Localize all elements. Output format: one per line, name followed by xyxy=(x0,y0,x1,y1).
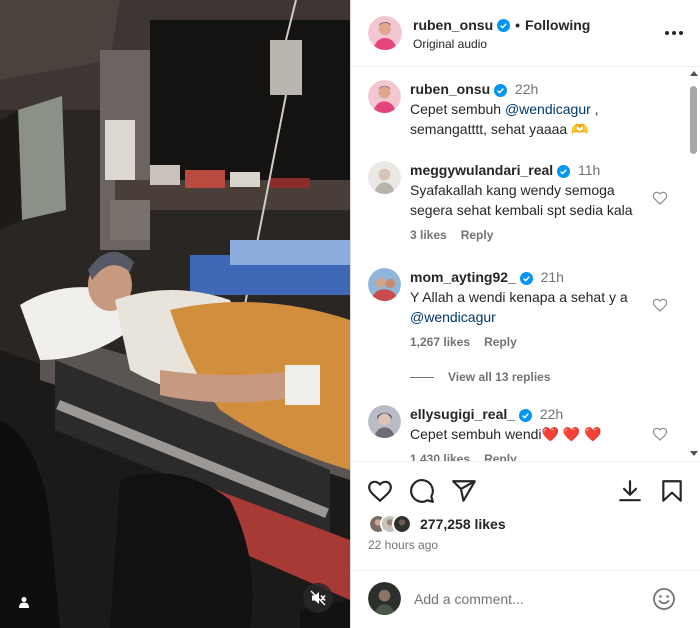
verified-badge-icon xyxy=(494,83,508,97)
comment-username[interactable]: meggywulandari_real xyxy=(410,162,553,178)
comment-text: Y Allah a wendi kenapa a sehat y a @wendi… xyxy=(410,287,650,327)
comment-input[interactable] xyxy=(414,588,644,610)
comment-header: ellysugigi_real_ 22h xyxy=(410,404,563,424)
commenter-avatar[interactable] xyxy=(368,268,401,301)
tagged-user-icon[interactable] xyxy=(14,592,34,612)
verified-badge-icon xyxy=(497,18,511,32)
comment-time: 22h xyxy=(514,81,539,97)
comment-text: Syafakallah kang wendy semoga segera seh… xyxy=(410,182,633,218)
comment-header: meggywulandari_real 11h xyxy=(410,160,600,180)
scrollbar-thumb[interactable] xyxy=(690,86,697,154)
mute-button[interactable] xyxy=(303,583,333,613)
comment-text-part: Cepet sembuh xyxy=(410,101,505,117)
comment-username[interactable]: ellysugigi_real_ xyxy=(410,406,515,422)
post-video[interactable] xyxy=(0,0,350,628)
scroll-up-arrow-icon[interactable] xyxy=(690,71,698,76)
more-options-icon[interactable] xyxy=(662,24,686,42)
caption-comment: ruben_onsu 22h Cepet sembuh @wendicagur … xyxy=(351,68,686,148)
likes-count[interactable]: 277,258 likes xyxy=(420,516,506,532)
comment-text-part: Y Allah a wendi kenapa a sehat y a xyxy=(410,289,628,305)
mention-link[interactable]: @wendicagur xyxy=(410,309,496,325)
post-header: ruben_onsu • Following Original audio xyxy=(351,0,700,67)
follow-separator: • xyxy=(515,17,521,33)
post-timestamp: 22 hours ago xyxy=(368,538,439,552)
mention-link[interactable]: @wendicagur xyxy=(505,101,591,117)
comment-item: meggywulandari_real 11h Syafakallah kang… xyxy=(351,158,686,248)
post-side-panel: ruben_onsu • Following Original audio ru… xyxy=(350,0,700,628)
comment-username[interactable]: mom_ayting92_ xyxy=(410,269,516,285)
video-frame xyxy=(0,0,350,628)
commenter-avatar[interactable] xyxy=(368,80,401,113)
comment-meta: 1,267 likes Reply xyxy=(410,335,531,349)
current-user-avatar xyxy=(368,582,401,615)
commenter-avatar[interactable] xyxy=(368,161,401,194)
comment-item: ellysugigi_real_ 22h Cepet sembuh wendi❤… xyxy=(351,402,686,461)
share-icon[interactable] xyxy=(451,478,477,504)
verified-badge-icon xyxy=(518,408,532,422)
comment-text: Cepet sembuh @wendicagur , semangatttt, … xyxy=(410,99,650,139)
comment-time: 21h xyxy=(540,269,564,285)
comment-header: mom_ayting92_ 21h xyxy=(410,267,564,287)
following-button[interactable]: Following xyxy=(525,17,590,33)
comment-time: 11h xyxy=(577,162,601,178)
replies-divider xyxy=(410,376,434,378)
view-replies-button[interactable]: View all 13 replies xyxy=(410,370,551,384)
author-line: ruben_onsu • Following xyxy=(413,17,590,33)
download-icon[interactable] xyxy=(617,478,643,504)
comment-header: ruben_onsu 22h xyxy=(410,79,538,99)
comment-meta: 3 likes Reply xyxy=(410,228,507,242)
reply-button[interactable]: Reply xyxy=(484,452,517,461)
comment-like-heart-icon[interactable] xyxy=(652,426,668,442)
comment-likes[interactable]: 1,430 likes xyxy=(410,452,470,461)
comment-like-heart-icon[interactable] xyxy=(652,190,668,206)
author-username[interactable]: ruben_onsu xyxy=(413,17,493,33)
verified-badge-icon xyxy=(519,271,533,285)
reply-button[interactable]: Reply xyxy=(461,228,494,242)
verified-badge-icon xyxy=(557,164,571,178)
comment-icon[interactable] xyxy=(409,478,435,504)
bookmark-icon[interactable] xyxy=(659,478,685,504)
heart-icon[interactable] xyxy=(367,478,393,504)
likes-summary[interactable]: 277,258 likes xyxy=(368,512,506,536)
comment-like-heart-icon[interactable] xyxy=(652,297,668,313)
scroll-down-arrow-icon[interactable] xyxy=(690,451,698,456)
reply-button[interactable]: Reply xyxy=(484,335,517,349)
author-avatar[interactable] xyxy=(368,16,402,50)
comment-likes[interactable]: 1,267 likes xyxy=(410,335,470,349)
comment-likes[interactable]: 3 likes xyxy=(410,228,447,242)
post-actions: 277,258 likes 22 hours ago xyxy=(351,461,700,581)
comments-scrollbar[interactable] xyxy=(687,68,700,461)
add-comment-bar xyxy=(351,570,700,628)
liker-avatar xyxy=(392,514,412,534)
commenter-avatar[interactable] xyxy=(368,405,401,438)
comment-meta: 1,430 likes Reply xyxy=(410,452,531,461)
view-replies-label: View all 13 replies xyxy=(448,370,551,384)
audio-link[interactable]: Original audio xyxy=(413,37,487,51)
speaker-muted-icon xyxy=(310,590,326,606)
comments-list: ruben_onsu 22h Cepet sembuh @wendicagur … xyxy=(351,68,700,461)
comment-username[interactable]: ruben_onsu xyxy=(410,81,490,97)
emoji-icon[interactable] xyxy=(652,587,676,611)
comment-time: 22h xyxy=(539,406,564,422)
comment-text: Cepet sembuh wendi❤️ ❤️ ❤️ xyxy=(410,426,602,442)
